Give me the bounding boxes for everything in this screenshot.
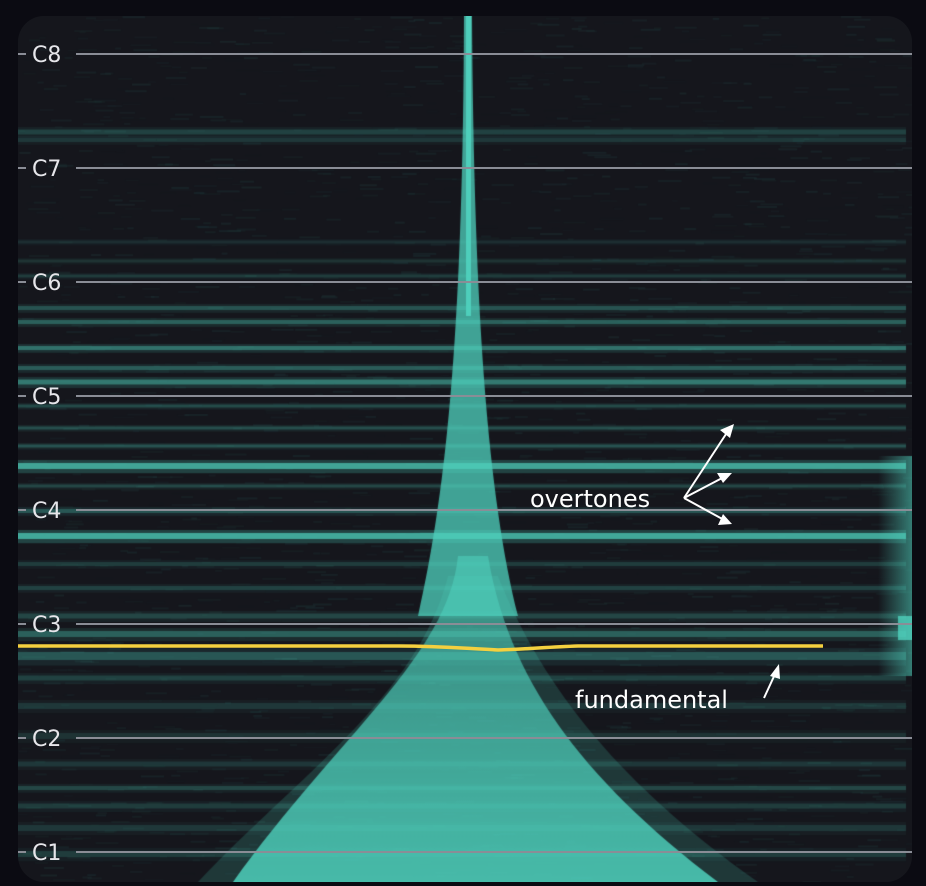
pitch-label-c6: C6 (32, 271, 61, 296)
pitch-label-c3: C3 (32, 613, 61, 638)
pitch-label-c4: C4 (32, 499, 61, 524)
overtone-arrowhead-2 (717, 473, 732, 483)
fundamental-arrowhead (770, 664, 780, 679)
pitch-grid (18, 53, 912, 853)
fundamental-line (18, 644, 823, 652)
fundamental-annotation: fundamental (575, 686, 728, 714)
pitch-label-c5: C5 (32, 385, 61, 410)
spectrogram-overlay: C1 C2 C3 C4 C5 C6 C7 C8 overtones fundamental (18, 43, 912, 866)
overtones-annotation: overtones (530, 485, 650, 513)
spectrogram-panel: C1 C2 C3 C4 C5 C6 C7 C8 overtones fundamental (18, 16, 912, 882)
annotations: overtones fundamental (530, 424, 780, 714)
fundamental-arrow (763, 664, 780, 699)
overtone-arrowhead-3 (718, 514, 732, 525)
fundamental-series (18, 644, 823, 652)
pitch-label-c2: C2 (32, 727, 61, 752)
overtone-arrowhead-1 (720, 424, 734, 438)
pitch-label-c1: C1 (32, 841, 61, 866)
overtone-arrow-1 (683, 427, 731, 499)
pitch-label-c7: C7 (32, 157, 61, 182)
pitch-label-c8: C8 (32, 43, 61, 68)
pitch-axis: C1 C2 C3 C4 C5 C6 C7 C8 (32, 43, 61, 866)
